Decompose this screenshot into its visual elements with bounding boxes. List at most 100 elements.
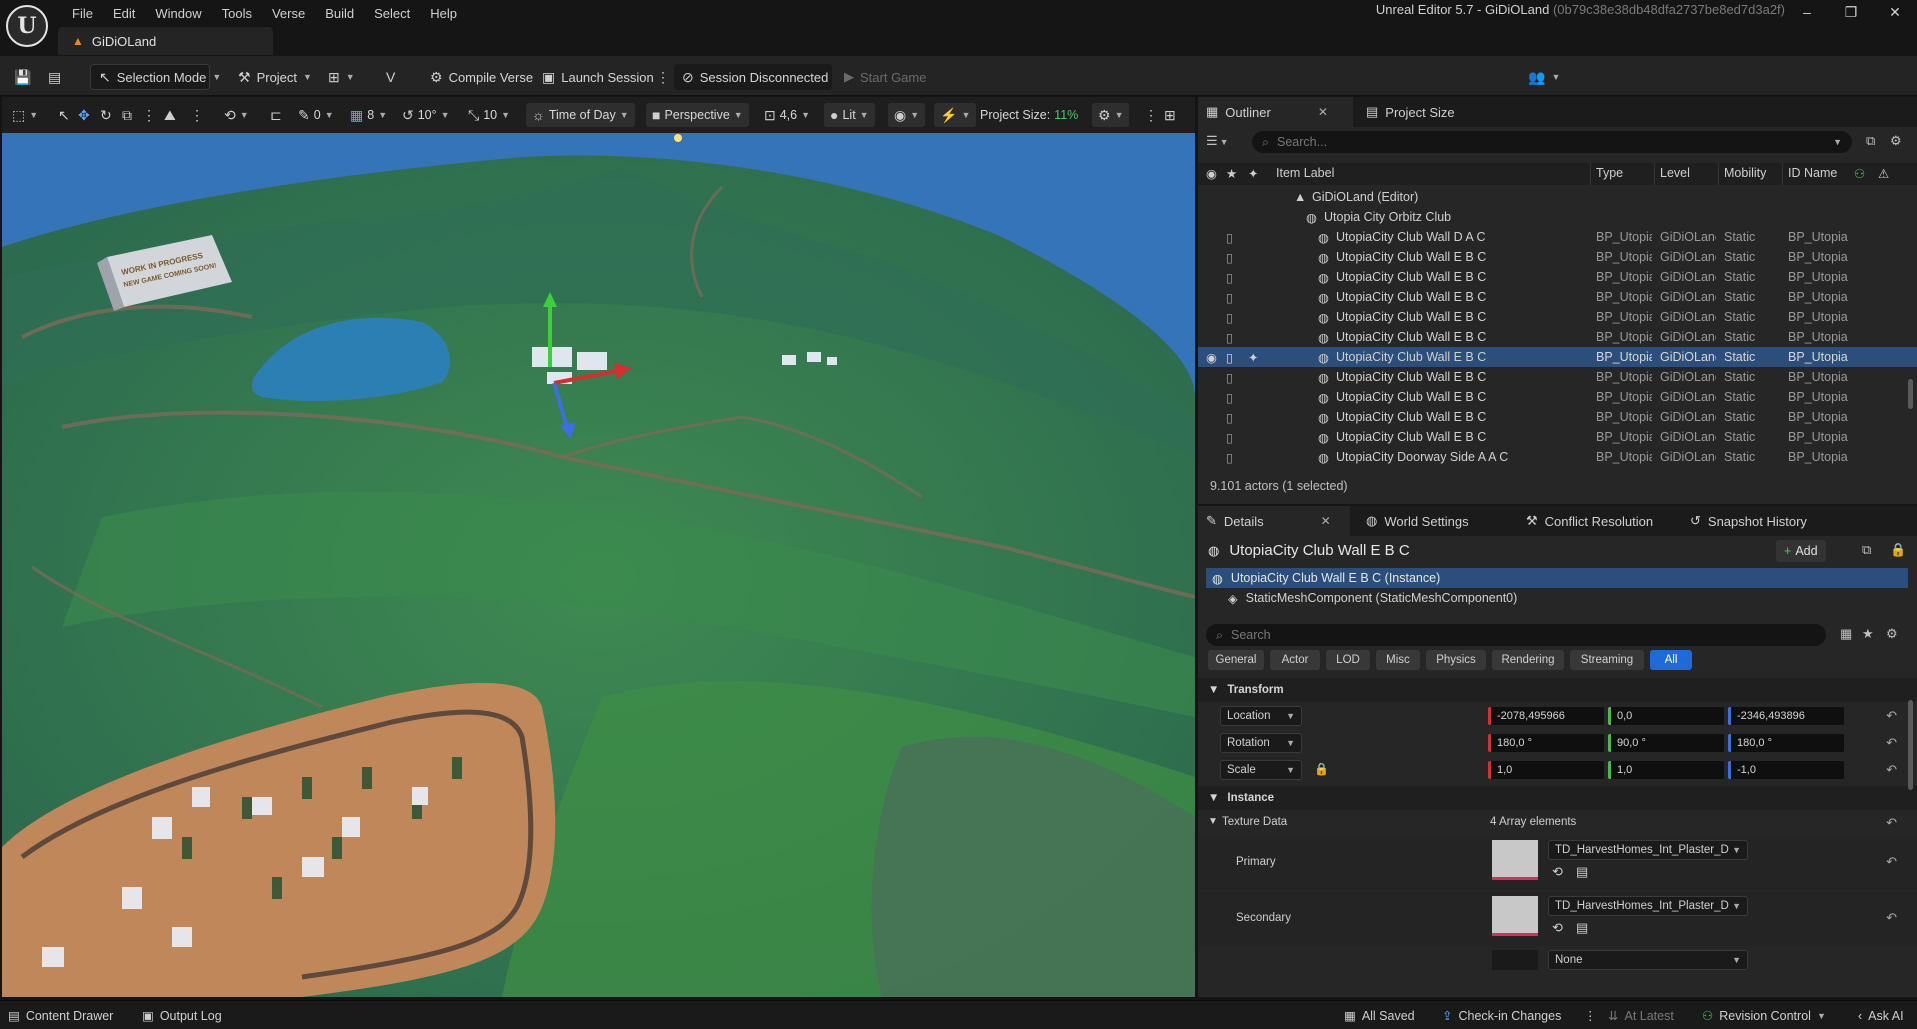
location-dropdown[interactable]: Location ▼ — [1220, 706, 1302, 726]
column-item-label[interactable]: Item Label — [1276, 166, 1334, 180]
tab-project-size[interactable]: ▤ Project Size — [1358, 97, 1463, 127]
scale-dropdown[interactable]: Scale ▼ — [1220, 760, 1302, 780]
favorite-column-icon[interactable]: ★ — [1226, 166, 1237, 181]
grid-snap[interactable]: ▦ 8 ▼ — [350, 103, 387, 127]
outliner-row[interactable]: ▯ ◍ UtopiaCity Doorway Side A A C BP_Utopia… — [1198, 447, 1917, 467]
transform-section[interactable]: ▼ Transform — [1198, 678, 1917, 702]
content-browser-icon[interactable]: ▤ — [48, 64, 61, 90]
outliner-row[interactable]: ▯ ◍ UtopiaCity Club Wall E B C BP_Utopia GiD… — [1198, 367, 1917, 387]
outliner-row[interactable]: ◉ ▯ ✦ ◍ UtopiaCity Club Wall E B C BP_Utopia G… — [1198, 347, 1917, 367]
select-tool-icon[interactable]: ↖ — [58, 103, 70, 127]
translate-snap[interactable]: ✎ 0 ▼ — [298, 103, 334, 127]
column-mobility[interactable]: Mobility — [1724, 166, 1766, 180]
third-texture-dropdown[interactable]: None ▼ — [1548, 950, 1748, 970]
reset-arrow-icon[interactable]: ↶ — [1886, 735, 1897, 751]
star-icon[interactable]: ★ — [1862, 626, 1874, 642]
outliner-row[interactable]: ▯ ◍ UtopiaCity Club Wall E B C BP_Utopia GiD… — [1198, 387, 1917, 407]
use-selected-icon[interactable]: ⟲ — [1552, 920, 1563, 936]
close-icon[interactable]: ✕ — [1321, 514, 1331, 528]
viewport-settings-dropdown[interactable]: ⚙ ▼ — [1092, 103, 1130, 127]
save-icon[interactable]: 💾 — [14, 64, 31, 90]
rotation-z-input[interactable]: 180,0 ° — [1728, 734, 1844, 752]
move-icon[interactable]: ✥ — [78, 103, 90, 127]
project-tab[interactable]: ▲ GiDiOLand — [58, 27, 273, 55]
surface-snap-icon[interactable]: ⛰ — [164, 103, 176, 127]
texture-data-row[interactable]: ▼ Texture Data 4 Array elements ↶ — [1198, 812, 1917, 834]
layout-icon[interactable]: ⊞ — [1164, 103, 1176, 127]
outliner-row[interactable]: ▯ ◍ UtopiaCity Club Wall E B C BP_Utopia GiD… — [1198, 407, 1917, 427]
minimize-button[interactable]: – — [1785, 4, 1829, 20]
snap-icon[interactable]: ⊏ — [270, 103, 282, 127]
scale-snap[interactable]: ⤡ 10 ▼ — [468, 103, 510, 127]
outliner-row[interactable]: ▯ ◍ UtopiaCity Club Wall D A C BP_Utopia GiD… — [1198, 227, 1917, 247]
gear-icon[interactable]: ⚙ — [1886, 626, 1898, 642]
checkin-changes-button[interactable]: ⇪ Check-in Changes — [1442, 1001, 1561, 1029]
third-texture-thumbnail[interactable] — [1492, 950, 1538, 970]
column-level[interactable]: Level — [1660, 166, 1690, 180]
use-selected-icon[interactable]: ⟲ — [1552, 864, 1563, 880]
filter-actor[interactable]: Actor — [1270, 650, 1320, 670]
at-latest-indicator[interactable]: ⇊ At Latest — [1608, 1001, 1674, 1029]
revision-control-dropdown[interactable]: ⚇ Revision Control ▼ — [1702, 1001, 1826, 1029]
outliner-row[interactable]: ▯ ◍ UtopiaCity Club Wall E B C BP_Utopia GiD… — [1198, 247, 1917, 267]
more-options-icon[interactable]: ⋮ — [1584, 1001, 1597, 1029]
content-drawer-button[interactable]: ▤ Content Drawer — [8, 1001, 113, 1029]
rotation-dropdown[interactable]: Rotation ▼ — [1220, 733, 1302, 753]
reset-arrow-icon[interactable]: ↶ — [1886, 762, 1897, 778]
output-log-button[interactable]: ▣ Output Log — [142, 1001, 222, 1029]
visibility-eye-icon[interactable]: ◉ — [1206, 350, 1217, 365]
unreal-logo-icon[interactable]: U — [6, 5, 48, 47]
start-game-button[interactable]: ▶ Start Game — [844, 64, 926, 90]
more-icon[interactable]: ⋮ — [142, 103, 156, 127]
add-folder-icon[interactable]: ⧉ — [1866, 133, 1875, 149]
browse-icon[interactable]: ▤ — [1576, 864, 1588, 880]
outliner-row[interactable]: ▯ ◍ UtopiaCity Club Wall E B C BP_Utopia GiD… — [1198, 287, 1917, 307]
ask-ai-button[interactable]: ‹ Ask AI — [1858, 1001, 1904, 1029]
filter-lod[interactable]: LOD — [1326, 650, 1370, 670]
rotation-x-input[interactable]: 180,0 ° — [1488, 734, 1604, 752]
tab-outliner[interactable]: ▦ Outliner ✕ — [1198, 97, 1353, 127]
filter-rendering[interactable]: Rendering — [1492, 650, 1564, 670]
scale-icon[interactable]: ⧉ — [122, 103, 132, 127]
collaborators-icon[interactable]: 👥 ▼ — [1528, 64, 1560, 90]
rotate-icon[interactable]: ↻ — [100, 103, 112, 127]
reset-arrow-icon[interactable]: ↶ — [1886, 815, 1897, 831]
browse-icon[interactable]: ▤ — [1576, 920, 1588, 936]
outliner-scrollbar[interactable] — [1908, 379, 1913, 409]
blueprint-icon[interactable]: ⧉ — [1862, 542, 1871, 558]
more-options-icon[interactable]: ⋮ — [1144, 103, 1158, 127]
pin-icon[interactable]: ✦ — [1248, 350, 1258, 365]
show-flags-dropdown[interactable]: ◉ ▼ — [888, 103, 926, 127]
warning-column-icon[interactable]: ⚠ — [1878, 166, 1889, 181]
tab-details[interactable]: ✎ Details ✕ — [1198, 506, 1350, 536]
tab-conflict-resolution[interactable]: ⚒ Conflict Resolution — [1518, 506, 1661, 536]
menu-help[interactable]: Help — [420, 6, 467, 21]
lock-icon[interactable]: 🔒 — [1890, 542, 1906, 558]
session-status[interactable]: ⊘ Session Disconnected — [674, 64, 832, 90]
view-mode-dropdown[interactable]: ● Lit ▼ — [824, 103, 875, 127]
more-icon-2[interactable]: ⋮ — [190, 103, 204, 127]
outliner-row[interactable]: ▯ ◍ UtopiaCity Club Wall E B C BP_Utopia GiD… — [1198, 327, 1917, 347]
scale-y-input[interactable]: 1,0 — [1608, 761, 1724, 779]
primary-texture-dropdown[interactable]: TD_HarvestHomes_Int_Plaster_D ▼ — [1548, 840, 1748, 860]
reset-arrow-icon[interactable]: ↶ — [1886, 854, 1897, 870]
static-mesh-component-row[interactable]: ◈ StaticMeshComponent (StaticMeshCompone… — [1228, 588, 1517, 608]
tree-folder[interactable]: ◍ Utopia City Orbitz Club — [1198, 207, 1917, 227]
gear-icon[interactable]: ⚙ — [1890, 133, 1902, 149]
verse-icon[interactable]: V — [386, 64, 395, 90]
secondary-texture-thumbnail[interactable] — [1492, 896, 1538, 936]
level-viewport[interactable]: WORK IN PROGRESS NEW GAME COMING SOON! — [2, 97, 1195, 997]
instance-component-row[interactable]: ◍ UtopiaCity Club Wall E B C (Instance) — [1206, 568, 1908, 588]
rotation-y-input[interactable]: 90,0 ° — [1608, 734, 1724, 752]
filter-streaming[interactable]: Streaming — [1570, 650, 1644, 670]
outliner-row[interactable]: ▯ ◍ UtopiaCity Club Wall E B C BP_Utopia GiD… — [1198, 307, 1917, 327]
reset-arrow-icon[interactable]: ↶ — [1886, 910, 1897, 926]
location-z-input[interactable]: -2346,493896 — [1728, 707, 1844, 725]
perspective-dropdown[interactable]: ■ Perspective ▼ — [646, 103, 749, 127]
menu-verse[interactable]: Verse — [262, 6, 315, 21]
column-type[interactable]: Type — [1596, 166, 1623, 180]
filter-icon[interactable]: ☰ ▼ — [1206, 133, 1229, 149]
time-of-day-dropdown[interactable]: ☼ Time of Day ▼ — [526, 103, 635, 127]
maximize-button[interactable]: ❐ — [1829, 4, 1873, 21]
filter-all[interactable]: All — [1650, 650, 1692, 670]
